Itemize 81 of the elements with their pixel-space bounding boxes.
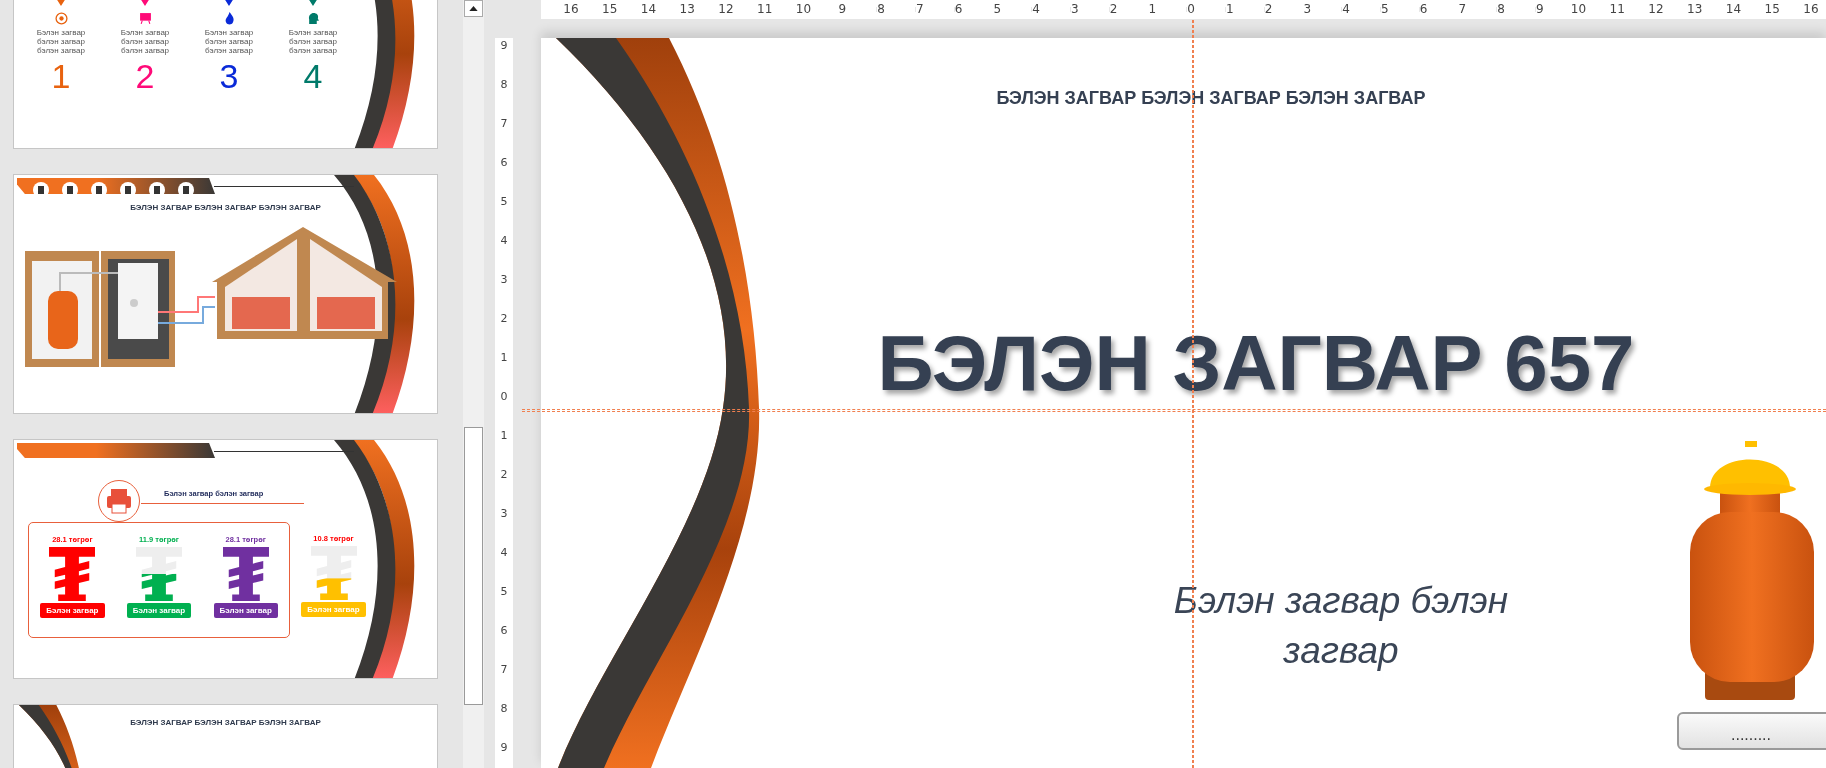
ruler-number: 7 — [1457, 2, 1468, 16]
ruler-number: 1 — [499, 351, 509, 365]
ruler-number: 7 — [499, 663, 509, 677]
ruler-number: 1 — [1224, 2, 1235, 16]
ruler-number: 7 — [914, 2, 925, 16]
ruler-number: 5 — [499, 195, 509, 209]
ruler-number: 0 — [499, 390, 509, 404]
ruler-number: 6 — [1418, 2, 1429, 16]
slide-thumbnail[interactable]: БЭЛЭН ЗАГВАР БЭЛЭН ЗАГВАР БЭЛЭН ЗАГВАР — [13, 174, 438, 414]
step-text: бэлэн загвар — [37, 37, 85, 46]
ruler-number: 13 — [1686, 2, 1704, 16]
price-label: Бэлэн загвар — [126, 603, 192, 618]
step-text: бэлэн загвар — [205, 37, 253, 46]
ruler-number: 5 — [992, 2, 1003, 16]
step-number: 1 — [51, 57, 71, 95]
ruler-number: 2 — [1263, 2, 1274, 16]
ruler-number: 15 — [1763, 2, 1781, 16]
step-text: бэлэн загвар — [121, 37, 169, 46]
step-number: 3 — [219, 57, 239, 95]
slide-heading: БЭЛЭН ЗАГВАР БЭЛЭН ЗАГВАР БЭЛЭН ЗАГВАР — [129, 203, 322, 212]
ruler-number: 15 — [601, 2, 619, 16]
ruler-number: 1 — [1147, 2, 1158, 16]
ruler-number: 7 — [499, 117, 509, 131]
ruler-number: 8 — [876, 2, 886, 16]
step-number: 2 — [135, 57, 155, 95]
ruler-number: 3 — [1302, 2, 1313, 16]
ruler-number: 4 — [499, 546, 509, 560]
ruler-number: 8 — [499, 702, 509, 716]
ruler-number: 3 — [499, 273, 509, 287]
ruler-number: 3 — [499, 507, 509, 521]
plate-text: ......... — [1731, 726, 1771, 744]
ruler-number: 10 — [794, 2, 813, 16]
ruler-number: 2 — [1108, 2, 1119, 16]
ruler-number: 4 — [1341, 2, 1351, 16]
ruler-number: 2 — [499, 468, 509, 482]
ruler-number: 5 — [1379, 2, 1390, 16]
step-text: бэлэн загвар — [289, 37, 337, 46]
step-number: 4 — [303, 57, 323, 95]
step-text: Бэлэн загвар — [288, 28, 338, 37]
ruler-number: 9 — [499, 39, 509, 53]
ruler-number: 6 — [953, 2, 964, 16]
step-text: Бэлэн загвар — [36, 28, 86, 37]
price-label: Бэлэн загвар — [40, 603, 105, 618]
ruler-number: 12 — [717, 2, 735, 16]
step-text: бэлэн загвар — [37, 46, 85, 55]
ruler-number: 10 — [1569, 2, 1588, 16]
ruler-number: 16 — [1802, 2, 1820, 16]
ruler-number: 12 — [1647, 2, 1665, 16]
slide-heading: БЭЛЭН ЗАГВАР БЭЛЭН ЗАГВАР БЭЛЭН ЗАГВАР — [995, 88, 1427, 109]
ruler-number: 14 — [639, 2, 658, 16]
ruler-number: 6 — [499, 624, 509, 638]
ruler-number: 4 — [1031, 2, 1041, 16]
ruler-number: 2 — [499, 312, 509, 326]
ruler-number: 5 — [499, 585, 509, 599]
step-text: Бэлэн загвар — [204, 28, 254, 37]
ruler-number: 16 — [562, 2, 580, 16]
ruler-number: 14 — [1724, 2, 1743, 16]
ruler-number: 6 — [499, 156, 509, 170]
ruler-number: 8 — [1496, 2, 1506, 16]
ruler-number: 9 — [499, 741, 509, 755]
ruler-number: 13 — [678, 2, 696, 16]
price-label: Бэлэн загвар — [213, 603, 278, 618]
slide-thumbnail[interactable]: Бэлэн загвар бэлэн загвар бэлэн загвар 1 Бэлэн загвар бэлэн загвар бэлэн загвар 2 Бэлэн загвар бэлэн загвар бэлэн загвар 3 Бэлэн загвар бэлэн загвар бэлэн загвар 4 — [13, 0, 438, 149]
ruler-number: 4 — [499, 234, 509, 248]
ruler-number: 8 — [499, 78, 509, 92]
step-text: бэлэн загвар — [289, 46, 337, 55]
slide-heading: БЭЛЭН ЗАГВАР БЭЛЭН ЗАГВАР БЭЛЭН ЗАГВАР — [129, 718, 322, 727]
step-text: бэлэн загвар — [121, 46, 169, 55]
price-label: Бэлэн загвар — [301, 602, 366, 617]
ruler-number: 9 — [1534, 2, 1545, 16]
ruler-number: 11 — [756, 2, 774, 16]
ruler-number: 3 — [1069, 2, 1080, 16]
step-text: Бэлэн загвар — [120, 28, 170, 37]
slide-thumbnail[interactable]: БЭЛЭН ЗАГВАР БЭЛЭН ЗАГВАР БЭЛЭН ЗАГВАР — [13, 704, 438, 768]
step-text: бэлэн загвар — [205, 46, 253, 55]
ruler-number: 11 — [1608, 2, 1626, 16]
ruler-number: 9 — [837, 2, 848, 16]
ruler-number: 1 — [499, 429, 509, 443]
slide-subtitle: Бэлэн загвар бэлэн загвар — [1172, 579, 1510, 673]
slide-title: БЭЛЭН ЗАГВАР 657 — [876, 318, 1636, 409]
ruler-number: 0 — [1186, 2, 1196, 16]
